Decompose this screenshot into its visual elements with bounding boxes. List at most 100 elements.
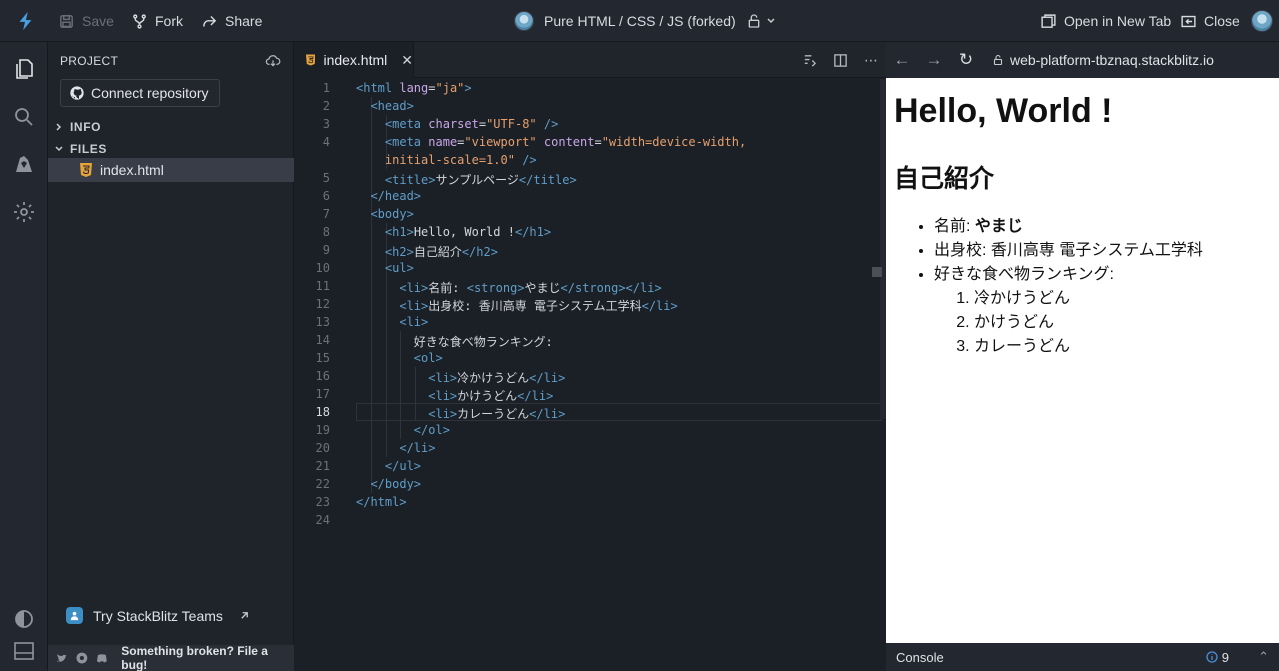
cloud-download-icon[interactable] xyxy=(265,53,281,69)
stackblitz-logo-icon[interactable] xyxy=(14,10,36,32)
line-number: 19 xyxy=(315,423,330,437)
more-actions-icon[interactable]: ⋯ xyxy=(864,52,878,69)
chevron-down-icon xyxy=(55,146,63,152)
code-line[interactable]: <li> xyxy=(356,315,428,329)
tab-label: index.html xyxy=(323,52,388,68)
url-field[interactable]: web-platform-tbznaq.stackblitz.io xyxy=(992,52,1214,68)
console-label: Console xyxy=(896,649,944,665)
github-small-icon[interactable] xyxy=(76,652,88,664)
line-number: 9 xyxy=(322,243,330,257)
gear-icon[interactable] xyxy=(12,200,36,224)
console-count-badge[interactable]: 9 xyxy=(1206,650,1229,665)
line-number: 22 xyxy=(315,477,330,491)
code-line[interactable]: <li>カレーうどん</li> xyxy=(356,405,565,422)
close-tab-icon[interactable]: ✕ xyxy=(401,52,413,69)
external-link-icon xyxy=(241,612,248,619)
forward-arrow-icon[interactable]: → xyxy=(918,50,950,70)
info-section-label: INFO xyxy=(70,120,102,134)
food-label: 好きな食べ物ランキング: xyxy=(934,266,1114,283)
lock-icon xyxy=(993,54,1003,66)
code-area[interactable]: 1 <html lang="ja"> 2 <head> 3 <meta charset… xyxy=(294,79,886,671)
twitter-icon[interactable] xyxy=(56,652,68,664)
code-line[interactable]: </head> xyxy=(356,189,421,203)
html5-file-icon xyxy=(306,54,316,66)
url-text: web-platform-tbznaq.stackblitz.io xyxy=(1010,52,1214,68)
connect-repository-button[interactable]: Connect repository xyxy=(60,79,220,107)
list-item: 名前: やまじ xyxy=(934,215,1274,239)
files-section-toggle[interactable]: FILES xyxy=(54,142,107,156)
chevron-down-icon[interactable] xyxy=(766,16,776,26)
line-number: 17 xyxy=(315,387,330,401)
tab-index-html[interactable]: index.html ✕ xyxy=(294,42,414,78)
close-preview-button[interactable]: Close xyxy=(1180,0,1240,42)
lock-icon[interactable] xyxy=(746,13,762,29)
line-number: 14 xyxy=(315,333,330,347)
open-new-tab-button[interactable]: Open in New Tab xyxy=(1040,0,1171,42)
line-number: 21 xyxy=(315,459,330,473)
theme-toggle-icon[interactable] xyxy=(12,607,36,631)
connect-repository-label: Connect repository xyxy=(91,85,209,101)
line-number: 5 xyxy=(322,171,330,185)
share-button[interactable]: Share xyxy=(201,0,262,42)
file-item-index-html[interactable]: index.html xyxy=(48,158,294,182)
save-button[interactable]: Save xyxy=(58,0,114,42)
code-line[interactable]: <ul> xyxy=(356,261,414,275)
teams-logo-icon xyxy=(66,607,83,624)
reload-icon[interactable]: ↻ xyxy=(950,50,982,70)
food-item: 冷かけうどん xyxy=(974,287,1274,311)
info-icon xyxy=(1206,651,1218,663)
code-line[interactable]: </ol> xyxy=(356,423,450,437)
code-line[interactable]: <h1>Hello, World !</h1> xyxy=(356,225,551,239)
split-editor-icon[interactable] xyxy=(833,53,848,68)
discord-icon[interactable] xyxy=(96,652,108,664)
project-title-area[interactable]: Pure HTML / CSS / JS (forked) xyxy=(514,0,776,42)
line-number: 6 xyxy=(322,189,330,203)
user-avatar[interactable] xyxy=(1251,10,1273,32)
files-icon[interactable] xyxy=(12,57,36,81)
code-line[interactable]: <body> xyxy=(356,207,413,221)
code-line[interactable]: <h2>自己紹介</h2> xyxy=(356,243,498,260)
code-line[interactable]: </ul> xyxy=(356,459,421,473)
share-label: Share xyxy=(225,13,263,29)
code-line[interactable]: <head> xyxy=(356,99,413,113)
fork-button[interactable]: Fork xyxy=(131,0,183,42)
panel-layout-icon[interactable] xyxy=(12,639,36,663)
line-number: 13 xyxy=(315,315,330,329)
code-line[interactable]: <li>出身校: 香川高専 電子システム工学科</li> xyxy=(356,297,677,314)
line-number: 2 xyxy=(322,99,330,113)
close-panel-icon xyxy=(1181,15,1196,27)
code-line[interactable]: </html> xyxy=(356,495,407,509)
code-line[interactable]: initial-scale=1.0" /> xyxy=(356,153,537,167)
code-line[interactable]: </li> xyxy=(356,441,435,455)
chevron-up-icon[interactable]: ⌃ xyxy=(1258,649,1269,665)
bug-report-link[interactable]: Something broken? File a bug! xyxy=(121,644,294,671)
format-code-icon[interactable] xyxy=(802,53,817,68)
bolt-extension-icon[interactable] xyxy=(12,152,36,176)
info-section-toggle[interactable]: INFO xyxy=(54,120,101,134)
line-number: 11 xyxy=(315,279,330,293)
line-number: 12 xyxy=(315,297,330,311)
line-number: 7 xyxy=(322,207,330,221)
code-line[interactable]: <title>サンプルページ</title> xyxy=(356,171,577,188)
code-line[interactable]: <meta name="viewport" content="width=dev… xyxy=(356,135,746,149)
try-teams-link[interactable]: Try StackBlitz Teams xyxy=(66,607,250,624)
open-new-tab-icon xyxy=(1041,13,1056,28)
code-line[interactable]: 好きな食べ物ランキング: xyxy=(356,333,553,350)
code-line[interactable]: <li>かけうどん</li> xyxy=(356,387,553,404)
html5-file-icon xyxy=(80,163,92,177)
code-line[interactable]: <ol> xyxy=(356,351,443,365)
console-bar[interactable]: Console 9 ⌃ xyxy=(886,643,1279,671)
code-line[interactable]: <li>名前: <strong>やまじ</strong></li> xyxy=(356,279,661,296)
line-number: 15 xyxy=(315,351,330,365)
preview-list: 名前: やまじ 出身校: 香川高専 電子システム工学科 好きな食べ物ランキング:… xyxy=(894,215,1274,359)
code-line[interactable]: <html lang="ja"> xyxy=(356,81,472,95)
code-line[interactable]: <meta charset="UTF-8" /> xyxy=(356,117,558,131)
code-line[interactable]: </body> xyxy=(356,477,421,491)
scrollbar-thumb[interactable] xyxy=(872,267,882,277)
editor-toolbar: ⋯ xyxy=(802,42,878,78)
line-number: 16 xyxy=(315,369,330,383)
back-arrow-icon[interactable]: ← xyxy=(886,50,918,70)
code-line[interactable]: <li>冷かけうどん</li> xyxy=(356,369,565,386)
search-icon[interactable] xyxy=(12,105,36,129)
chevron-right-icon xyxy=(56,123,62,131)
